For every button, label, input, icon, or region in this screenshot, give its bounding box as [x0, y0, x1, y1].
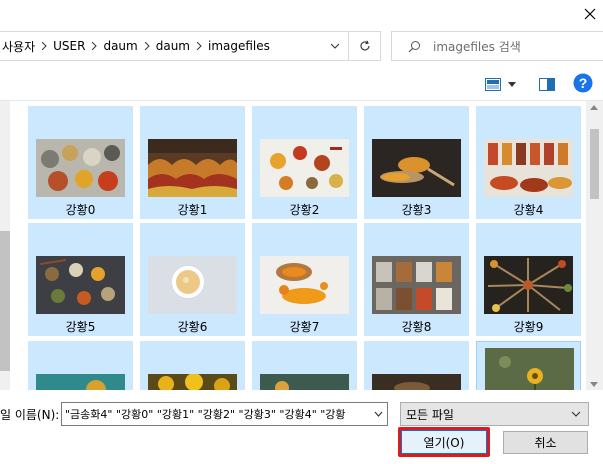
filetype-select[interactable]: 모든 파일 — [400, 402, 589, 426]
refresh-button[interactable] — [348, 32, 380, 60]
file-name: 강황1 — [177, 203, 208, 217]
thumbnail-image — [148, 139, 237, 197]
search-input[interactable]: imagefiles 검색 — [391, 31, 603, 61]
file-tile[interactable]: 강황3 — [364, 106, 469, 219]
thumbnail-image — [36, 256, 125, 314]
refresh-icon — [360, 40, 370, 51]
thumbnail-image — [372, 374, 461, 390]
close-button[interactable] — [576, 0, 603, 27]
file-tile[interactable]: 강황5 — [28, 223, 133, 336]
file-tile[interactable]: 강황7 — [252, 223, 357, 336]
thumbnail-image — [260, 139, 349, 197]
thumbnail-image — [260, 374, 349, 390]
file-name: 강황0 — [65, 203, 96, 217]
filename-field[interactable]: "금송화4" "강황0" "강황1" "강황2" "강황3" "강황4" "강황 — [61, 402, 388, 426]
preview-pane-button[interactable] — [535, 73, 559, 95]
chevron-right-icon[interactable] — [140, 32, 154, 60]
chevron-right-icon[interactable] — [37, 32, 51, 60]
filename-label: 일 이름(N): — [0, 408, 60, 422]
address-history-button[interactable] — [322, 32, 348, 60]
thumbnail-image — [372, 139, 461, 197]
filename-value[interactable]: "금송화4" "강황0" "강황1" "강황2" "강황3" "강황4" "강황 — [62, 406, 369, 422]
scrollbar-thumb[interactable] — [0, 231, 10, 371]
scroll-up-icon[interactable] — [590, 105, 598, 110]
open-file-dialog: 사용자 USER daum daum imagefiles imagefiles… — [0, 0, 603, 464]
breadcrumb: 사용자 USER daum daum imagefiles — [0, 32, 322, 60]
chevron-right-icon[interactable] — [87, 32, 101, 60]
cancel-button[interactable]: 취소 — [503, 431, 588, 454]
thumbnail-image — [260, 256, 349, 314]
file-tile[interactable]: 강황9 — [476, 223, 581, 336]
file-tile[interactable]: 강황1 — [140, 106, 245, 219]
file-name: 강황7 — [289, 320, 320, 334]
filename-dropdown-button[interactable] — [369, 403, 387, 425]
file-name: 강황8 — [401, 320, 432, 334]
file-name: 강황4 — [513, 203, 544, 217]
thumbnail-image — [36, 374, 125, 390]
search-placeholder: imagefiles 검색 — [433, 39, 521, 54]
file-tile[interactable]: 강황0 — [28, 106, 133, 219]
thumbnail-image — [148, 374, 237, 390]
thumbnail-image — [484, 256, 573, 314]
breadcrumb-item[interactable]: daum — [154, 39, 192, 53]
chevron-right-icon[interactable] — [192, 32, 206, 60]
view-options-icon — [485, 77, 501, 91]
help-icon: ? — [573, 73, 593, 93]
file-name: 강황3 — [401, 203, 432, 217]
filetype-value: 모든 파일 — [406, 407, 454, 422]
scrollbar-thumb[interactable] — [590, 129, 599, 199]
file-tile[interactable]: 강황6 — [140, 223, 245, 336]
file-tile[interactable]: 강황8 — [364, 223, 469, 336]
preview-pane-icon — [539, 77, 555, 91]
file-name: 강황6 — [177, 320, 208, 334]
svg-text:?: ? — [579, 75, 588, 91]
scroll-down-icon[interactable] — [590, 382, 598, 387]
file-tile[interactable] — [364, 341, 469, 390]
file-name: 강황9 — [513, 320, 544, 334]
file-tile[interactable]: 강황4 — [476, 106, 581, 219]
help-button[interactable]: ? — [572, 72, 594, 94]
thumbnail-image — [372, 256, 461, 314]
file-tile[interactable] — [252, 341, 357, 390]
view-options-button[interactable] — [485, 73, 521, 95]
chevron-down-icon — [374, 411, 382, 417]
search-icon — [408, 40, 420, 52]
file-tile[interactable] — [476, 341, 581, 390]
right-scrollbar[interactable] — [586, 101, 603, 390]
thumbnail-image — [485, 348, 574, 390]
thumbnail-image — [148, 256, 237, 314]
file-name: 강황5 — [65, 320, 96, 334]
file-name: 강황2 — [289, 203, 320, 217]
file-tile[interactable] — [140, 341, 245, 390]
breadcrumb-item[interactable]: daum — [101, 39, 139, 53]
thumbnail-image — [36, 139, 125, 197]
address-bar[interactable]: 사용자 USER daum daum imagefiles — [0, 31, 381, 61]
chevron-down-icon — [330, 43, 340, 49]
breadcrumb-item[interactable]: imagefiles — [206, 39, 272, 53]
close-icon — [584, 8, 595, 19]
breadcrumb-item[interactable]: 사용자 — [0, 38, 37, 55]
left-scrollbar[interactable] — [0, 101, 10, 390]
file-tile[interactable]: 강황2 — [252, 106, 357, 219]
chevron-down-icon — [571, 411, 581, 417]
open-button-label: 열기(O) — [401, 430, 487, 454]
chevron-down-icon — [508, 81, 516, 87]
file-tile[interactable] — [28, 341, 133, 390]
file-list[interactable]: 강황0 강황1 강황2 강황3 강황4 강황5 강황6 강황7 강황8 강황9 — [0, 100, 603, 390]
thumbnail-image — [484, 139, 573, 197]
open-button[interactable]: 열기(O) — [398, 427, 490, 457]
breadcrumb-item[interactable]: USER — [51, 39, 87, 53]
